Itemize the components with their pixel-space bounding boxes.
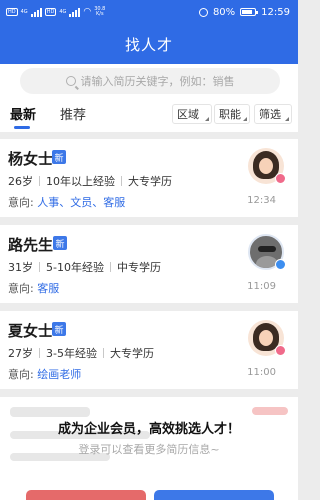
candidate-intent: 意向: 人事、文员、客服: [8, 194, 125, 210]
candidate-info: 26岁 10年以上经验 大专学历: [8, 173, 172, 189]
new-badge: 新: [52, 150, 66, 164]
candidate-name: 路先生: [8, 236, 54, 254]
candidate-experience: 5-10年经验: [46, 261, 104, 274]
blurred-text: [10, 407, 90, 417]
divider: [121, 176, 122, 186]
candidate-intent: 意向: 绘画老师: [8, 366, 81, 382]
intent-label: 意向:: [8, 282, 34, 295]
filter-area-dropdown[interactable]: 区域: [172, 104, 212, 124]
login-button[interactable]: [154, 490, 274, 500]
status-bar: HD 4G HD 4G ◠ 30.8 K/s 80% 12:59: [0, 0, 298, 24]
status-left: HD 4G HD 4G ◠ 30.8 K/s: [6, 7, 105, 17]
nav-bar: 找人才: [0, 24, 298, 64]
membership-button[interactable]: [26, 490, 146, 500]
candidate-name: 杨女士: [8, 150, 54, 168]
candidate-education: 大专学历: [109, 347, 154, 360]
tab-latest[interactable]: 最新: [10, 104, 36, 123]
battery-icon: [240, 8, 259, 16]
candidate-time: 11:09: [247, 281, 276, 292]
male-gender-icon: [275, 259, 286, 270]
network-label-1: 4G: [20, 8, 28, 15]
search-area: 请输入简历关键字，例如：销售: [0, 64, 298, 98]
hd-badge-2: HD: [44, 8, 57, 16]
signal-icon-1: [30, 7, 42, 17]
hd-badge-1: HD: [6, 8, 18, 16]
candidate-age: 31岁: [8, 261, 33, 274]
divider: [39, 262, 40, 272]
alarm-icon: [198, 7, 208, 17]
search-icon: [65, 76, 76, 86]
candidate-experience: 3-5年经验: [46, 347, 97, 360]
intent-jobs: 绘画老师: [37, 368, 82, 381]
female-gender-icon: [275, 345, 286, 356]
membership-promo-subtitle: 登录可以查看更多简历信息~: [78, 443, 220, 456]
divider: [102, 348, 104, 358]
female-gender-icon: [275, 173, 286, 184]
candidate-time: 12:34: [247, 195, 276, 206]
membership-promo-title: 成为企业会员，高效挑选人才！: [57, 422, 240, 437]
candidate-card[interactable]: 路先生 新 31岁 5-10年经验 中专学历 意向: 客服 11:09: [0, 225, 298, 303]
network-speed: 30.8 K/s: [94, 7, 105, 17]
wifi-icon: ◠: [83, 7, 92, 17]
status-right: 80% 12:59: [198, 6, 290, 18]
divider: [39, 348, 40, 358]
network-speed-unit: K/s: [96, 11, 104, 17]
search-placeholder: 请输入简历关键字，例如：销售: [80, 75, 235, 88]
network-label-2: 4G: [59, 8, 67, 15]
filter-function-label: 职能: [219, 108, 241, 121]
intent-jobs: 人事、文员、客服: [37, 196, 126, 209]
candidate-experience: 10年以上经验: [46, 175, 115, 188]
candidate-time: 11:00: [247, 367, 276, 378]
intent-label: 意向:: [8, 196, 34, 209]
battery-percent: 80%: [212, 6, 236, 18]
candidate-education: 中专学历: [116, 261, 161, 274]
blurred-tag: [252, 407, 288, 415]
intent-label: 意向:: [8, 368, 34, 381]
candidate-age: 27岁: [8, 347, 33, 360]
signal-icon-2: [69, 7, 81, 17]
candidate-card[interactable]: 杨女士 新 26岁 10年以上经验 大专学历 意向: 人事、文员、客服 12:3…: [0, 139, 298, 217]
candidate-info: 31岁 5-10年经验 中专学历: [8, 259, 161, 275]
tab-recommend[interactable]: 推荐: [60, 104, 86, 123]
candidate-education: 大专学历: [128, 175, 172, 188]
divider: [109, 262, 111, 272]
candidate-name: 夏女士: [8, 322, 54, 340]
candidate-info: 27岁 3-5年经验 大专学历: [8, 345, 154, 361]
candidate-age: 26岁: [8, 175, 33, 188]
candidate-card[interactable]: 夏女士 新 27岁 3-5年经验 大专学历 意向: 绘画老师 11:00: [0, 311, 298, 389]
filter-screen-label: 筛选: [259, 108, 281, 121]
filter-screen-dropdown[interactable]: 筛选: [254, 104, 292, 124]
filter-function-dropdown[interactable]: 职能: [214, 104, 250, 124]
active-tab-indicator: [14, 126, 30, 129]
new-badge: 新: [53, 236, 67, 250]
filter-area-label: 区域: [177, 108, 199, 121]
intent-jobs: 客服: [37, 282, 60, 295]
new-badge: 新: [52, 322, 66, 336]
page-title: 找人才: [124, 35, 173, 54]
tabs-bar: 最新 推荐 区域 职能 筛选: [0, 98, 298, 132]
candidate-intent: 意向: 客服: [8, 280, 59, 296]
divider: [39, 176, 40, 186]
search-input[interactable]: 请输入简历关键字，例如：销售: [20, 68, 280, 94]
status-time: 12:59: [261, 6, 290, 18]
